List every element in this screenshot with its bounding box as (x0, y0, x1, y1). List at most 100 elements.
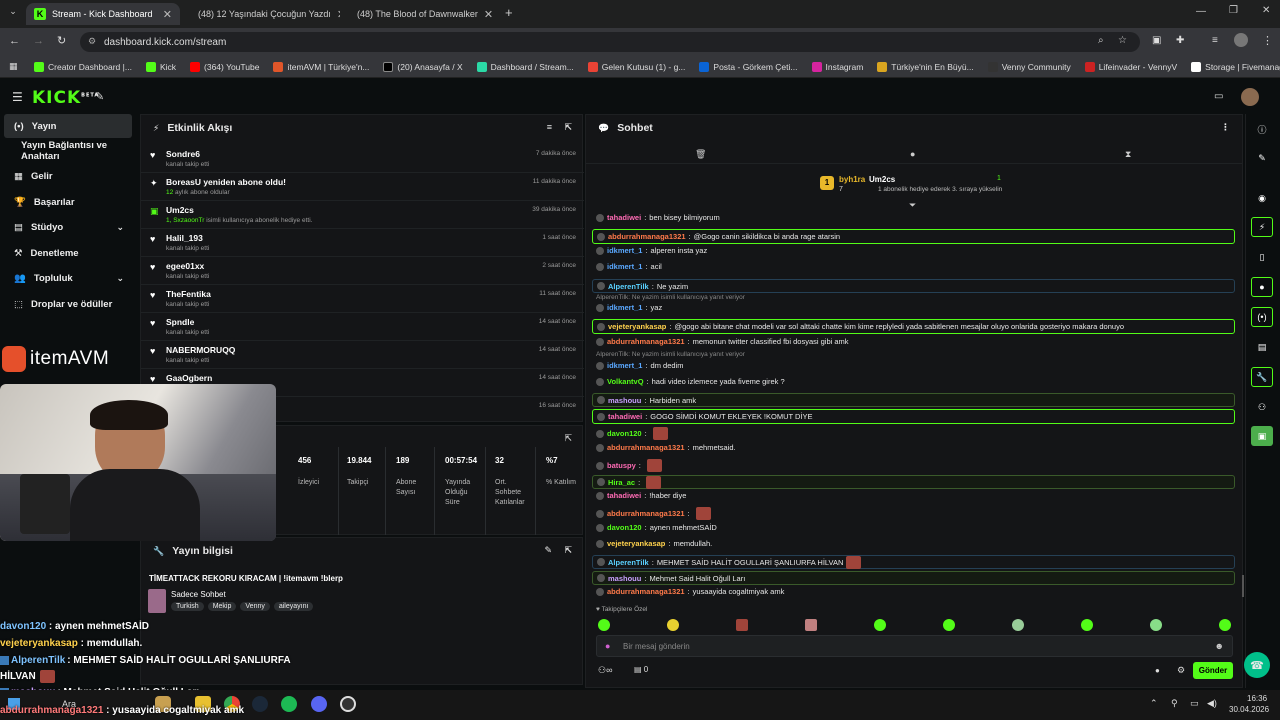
close-tab-icon[interactable]: ✕ (163, 8, 172, 21)
hamburger-menu-icon[interactable]: ☰ (12, 90, 23, 104)
event-user[interactable]: NABERMORUQQ (166, 345, 235, 355)
chat-message[interactable]: vejeteryankasap: memdullah. (596, 539, 712, 548)
chat-message[interactable]: mashouu: Harbiden amk (592, 393, 1235, 407)
reload-icon[interactable]: ↻ (57, 34, 66, 47)
stats-icon[interactable]: ▤ (1251, 337, 1273, 357)
bookmark-star-icon[interactable]: ☆ (1118, 35, 1127, 46)
bookmark-creator-dashboard[interactable]: Creator Dashboard |... (34, 61, 132, 72)
support-chat-icon[interactable]: ☎ (1244, 652, 1270, 678)
tab-youtube-2[interactable]: (48) The Blood of Dawnwalker ✕ (343, 3, 498, 25)
event-user[interactable]: Um2cs (166, 205, 194, 215)
chat-message[interactable]: tahadiwei: GOGO SİMDİ KOMUT EKLEYEK !KOMU… (592, 409, 1235, 424)
hourglass-icon[interactable]: ⧗ (1125, 149, 1131, 160)
close-tab-icon[interactable]: ✕ (484, 8, 493, 21)
send-button[interactable]: Gönder (1193, 662, 1233, 679)
chat-username[interactable]: idkmert_1 (607, 262, 642, 271)
chat-message[interactable]: idkmert_1: alperen insta yaz (596, 246, 707, 255)
sidebar-item-gelir[interactable]: ▦ Gelir (4, 164, 132, 188)
chat-message[interactable]: vejeteryankasap: @gogo abi bitane chat mo… (592, 319, 1235, 334)
tray-chevron-icon[interactable]: ⌃ (1150, 698, 1158, 709)
kick-logo[interactable]: KICKBETA (32, 88, 99, 108)
discord-icon[interactable] (311, 696, 327, 712)
multistream-icon[interactable]: ▭ (1214, 91, 1223, 102)
search-icon[interactable]: ⌕ (1098, 35, 1104, 46)
site-info-icon[interactable]: ⚙ (88, 36, 96, 47)
emote-icon[interactable] (598, 619, 610, 631)
chat-message[interactable]: Hira_ac: (592, 475, 1235, 489)
chat-username[interactable]: vejeteryankasap (607, 539, 665, 548)
sidebar-item-studyo[interactable]: ▤ Stüdyo ⌄ (4, 215, 132, 239)
event-user[interactable]: BoreasU yeniden abone oldu! (166, 177, 286, 187)
emote-icon[interactable] (1081, 619, 1093, 631)
chat-message[interactable]: VolkantvQ: hadi video izlemece yada fivem… (596, 377, 785, 386)
chat-username[interactable]: abdurrahmanaga1321 (607, 509, 685, 518)
chat-message[interactable]: idkmert_1: yaz (596, 303, 662, 312)
message-icon[interactable]: ● (910, 149, 915, 159)
obs-icon[interactable] (340, 696, 356, 712)
network-icon[interactable]: ▭ (1190, 698, 1199, 709)
emote-icon[interactable] (667, 619, 679, 631)
category-name[interactable]: Sadece Sohbet (171, 590, 226, 599)
app-extension-icon[interactable]: ▣ (1251, 426, 1273, 446)
chat-username[interactable]: AlperenTilk (608, 558, 649, 567)
profile-avatar-icon[interactable] (1234, 33, 1248, 47)
sidebar-item-stream-key[interactable]: Yayın Bağlantısı ve Anahtarı (4, 139, 132, 163)
popout-icon[interactable]: ⇱ (564, 122, 572, 133)
restore-window-button[interactable]: ❐ (1229, 5, 1238, 16)
chat-username[interactable]: davon120 (607, 523, 642, 532)
chat-username[interactable]: Hira_ac (608, 478, 635, 487)
chat-username[interactable]: mashouu (608, 396, 641, 405)
pin-icon[interactable]: ✎ (95, 90, 104, 103)
chat-input[interactable]: ● Bir mesaj gönderin ☻ (596, 635, 1233, 657)
clock-time[interactable]: 16:36 (1247, 694, 1267, 703)
gifter-name[interactable]: byh1ra (839, 175, 865, 184)
bookmark-turkiye[interactable]: Türkiye'nin En Büyü... (877, 61, 974, 72)
chat-username[interactable]: mashouu (608, 574, 641, 583)
sidebar-item-droplar[interactable]: ⬚ Droplar ve ödüller (4, 292, 132, 316)
steam-icon[interactable] (252, 696, 268, 712)
bookmark-youtube[interactable]: (364) YouTube (190, 61, 259, 72)
tag-chip[interactable]: Venny (240, 602, 270, 611)
emote-icon[interactable] (1219, 619, 1231, 631)
chat-message[interactable]: tahadiwei: ben bisey bilmiyorum (596, 213, 720, 222)
minimize-window-button[interactable]: — (1196, 6, 1206, 17)
chat-username[interactable]: idkmert_1 (607, 361, 642, 370)
tab-kick-dashboard[interactable]: K Stream - Kick Dashboard ✕ (26, 3, 180, 25)
chat-username[interactable]: abdurrahmanaga1321 (608, 232, 686, 241)
popout-icon[interactable]: ⇱ (564, 433, 572, 444)
chat-scrollbar[interactable] (1242, 575, 1244, 597)
chat-message[interactable]: abdurrahmanaga1321: yusaayida cogaltmiyak… (596, 587, 784, 596)
collapse-chevron-icon[interactable]: ⏷ (909, 200, 916, 211)
close-tab-icon[interactable]: ✕ (337, 8, 340, 21)
chat-username[interactable]: tahadiwei (608, 412, 642, 421)
chat-message[interactable]: abdurrahmanaga1321: mehmetsaid. (596, 443, 736, 452)
tab-search-icon[interactable]: ⌄ (6, 6, 20, 20)
event-user[interactable]: Spndle (166, 317, 194, 327)
extensions-puzzle-icon[interactable]: ✚ (1176, 35, 1184, 46)
event-user[interactable]: egee01xx (166, 261, 204, 271)
chat-username[interactable]: abdurrahmanaga1321 (607, 337, 685, 346)
event-user[interactable]: GaaOgbern (166, 373, 212, 383)
document-icon[interactable]: ▯ (1251, 247, 1273, 267)
forward-arrow-icon[interactable]: → (33, 35, 44, 47)
chat-username[interactable]: VolkantvQ (607, 377, 644, 386)
chat-message[interactable]: idkmert_1: dm dedim (596, 361, 683, 370)
back-arrow-icon[interactable]: ← (9, 35, 20, 47)
chat-message[interactable]: davon120: (596, 427, 668, 440)
bookmark-outlook[interactable]: Posta - Görkem Çeti... (699, 61, 798, 72)
sidebar-item-topluluk[interactable]: 👥 Topluluk ⌄ (4, 266, 132, 290)
chat-username[interactable]: AlperenTilk (608, 282, 649, 291)
sidepanel-icon[interactable]: ≡ (1212, 35, 1218, 46)
chat-message[interactable]: mashouu: Mehmet Said Halit Oğull Ları (592, 571, 1235, 585)
event-user[interactable]: Sondre6 (166, 149, 200, 159)
emote-icon[interactable] (1150, 619, 1162, 631)
chat-message[interactable]: AlperenTilk: MEHMET SAİD HALİT OGULLARİ Ş… (592, 555, 1235, 569)
popout-icon[interactable]: ⇱ (564, 545, 572, 556)
emote-icon[interactable] (943, 619, 955, 631)
chat-message[interactable]: abdurrahmanaga1321: memonun twitter class… (596, 337, 849, 346)
points-display[interactable]: ▤ 0 (634, 665, 648, 674)
tag-chip[interactable]: aileyayını (273, 602, 314, 611)
emote-icon[interactable] (874, 619, 886, 631)
chat-settings-gear-icon[interactable]: ⚙ (1177, 665, 1185, 676)
wrench-icon[interactable]: 🔧 (1251, 367, 1273, 387)
